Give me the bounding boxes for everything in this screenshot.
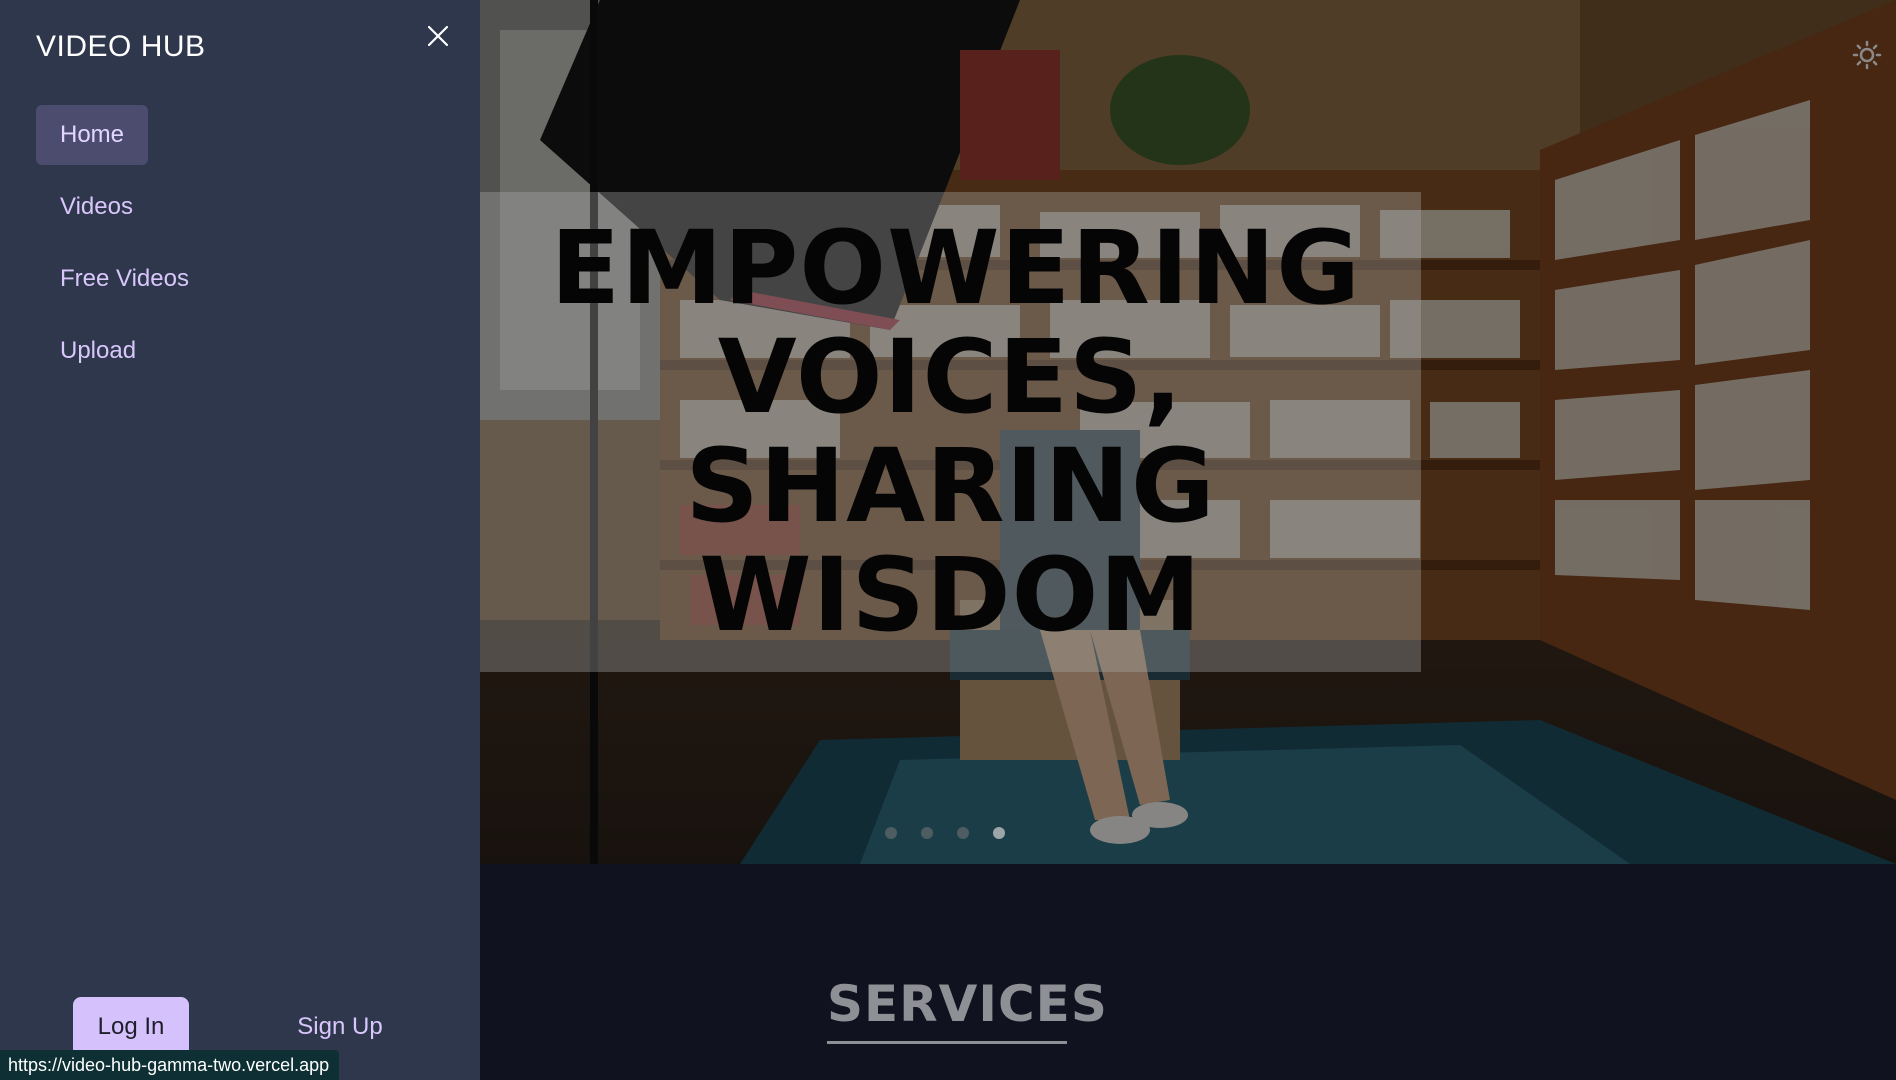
login-button[interactable]: Log In [73, 997, 189, 1057]
status-bar-url: https://video-hub-gamma-two.vercel.app [0, 1050, 340, 1080]
sidebar-item-upload[interactable]: Upload [36, 321, 160, 381]
sidebar-item-home[interactable]: Home [36, 105, 149, 165]
services-section: SERVICES [827, 975, 1108, 1044]
theme-toggle-button[interactable] [1852, 40, 1882, 70]
close-sidebar-button[interactable] [424, 22, 452, 50]
sidebar-nav: Home Videos Free Videos Upload [36, 105, 436, 393]
carousel-dot-2[interactable] [921, 827, 933, 839]
sun-icon [1852, 40, 1882, 70]
hero-text-panel: EMPOWERING VOICES, SHARING WISDOM [480, 192, 1421, 672]
carousel-dot-4[interactable] [993, 827, 1005, 839]
app-root: EMPOWERING VOICES, SHARING WISDOM SERVIC… [0, 0, 1896, 1080]
carousel-dot-1[interactable] [885, 827, 897, 839]
signup-button[interactable]: Sign Up [290, 997, 390, 1057]
services-underline [827, 1041, 1067, 1044]
close-icon [427, 25, 449, 47]
services-title: SERVICES [827, 975, 1108, 1033]
carousel-dot-3[interactable] [957, 827, 969, 839]
hero-title: EMPOWERING VOICES, SHARING WISDOM [550, 209, 1361, 655]
carousel-indicators [885, 827, 1005, 839]
brand-title: VIDEO HUB [36, 30, 206, 63]
sidebar-item-videos[interactable]: Videos [36, 177, 157, 237]
sidebar-item-free-videos[interactable]: Free Videos [36, 249, 213, 309]
sidebar-drawer: VIDEO HUB Home Videos Free Videos Upload… [0, 0, 480, 1080]
hero-carousel: EMPOWERING VOICES, SHARING WISDOM [480, 0, 1896, 864]
main-content: EMPOWERING VOICES, SHARING WISDOM SERVIC… [480, 0, 1896, 1080]
